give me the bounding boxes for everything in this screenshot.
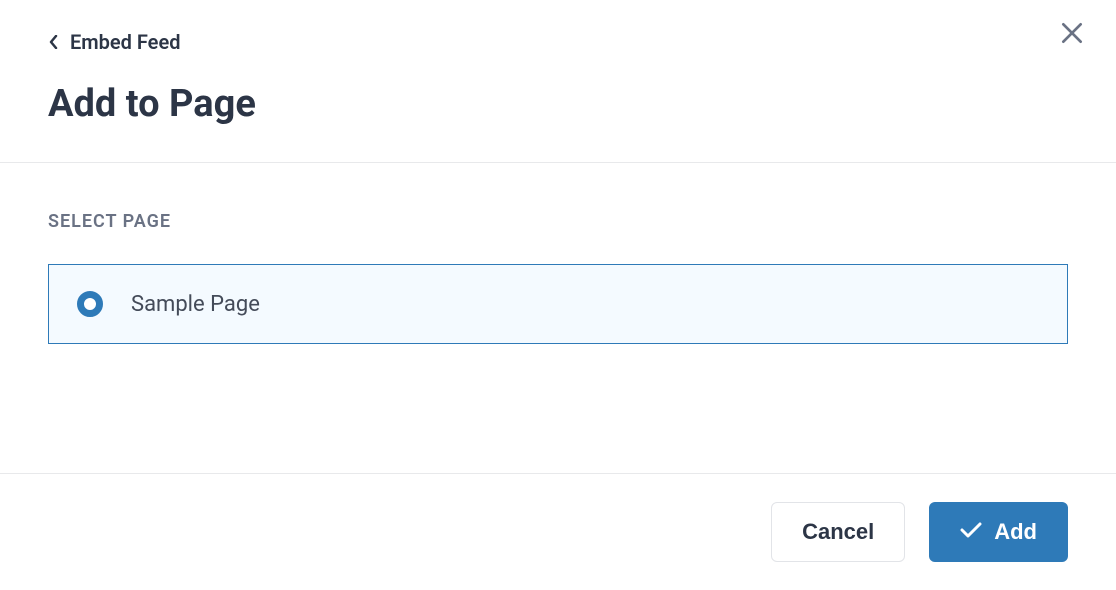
modal-content: SELECT PAGE Sample Page [0,163,1116,392]
breadcrumb-back[interactable]: Embed Feed [48,30,1068,54]
add-button[interactable]: Add [929,502,1068,562]
radio-selected-icon [77,291,103,317]
add-button-label: Add [994,519,1037,545]
page-option-label: Sample Page [131,292,260,317]
check-icon [960,519,982,545]
close-button[interactable] [1056,18,1088,50]
chevron-left-icon [48,36,60,48]
cancel-button-label: Cancel [802,519,874,545]
page-title: Add to Page [48,82,1068,126]
page-option[interactable]: Sample Page [48,264,1068,344]
section-label: SELECT PAGE [48,211,1068,232]
cancel-button[interactable]: Cancel [771,502,905,562]
close-icon [1059,20,1085,49]
modal-footer: Cancel Add [0,473,1116,590]
modal-header: Embed Feed Add to Page [0,0,1116,163]
breadcrumb-label: Embed Feed [70,30,180,54]
